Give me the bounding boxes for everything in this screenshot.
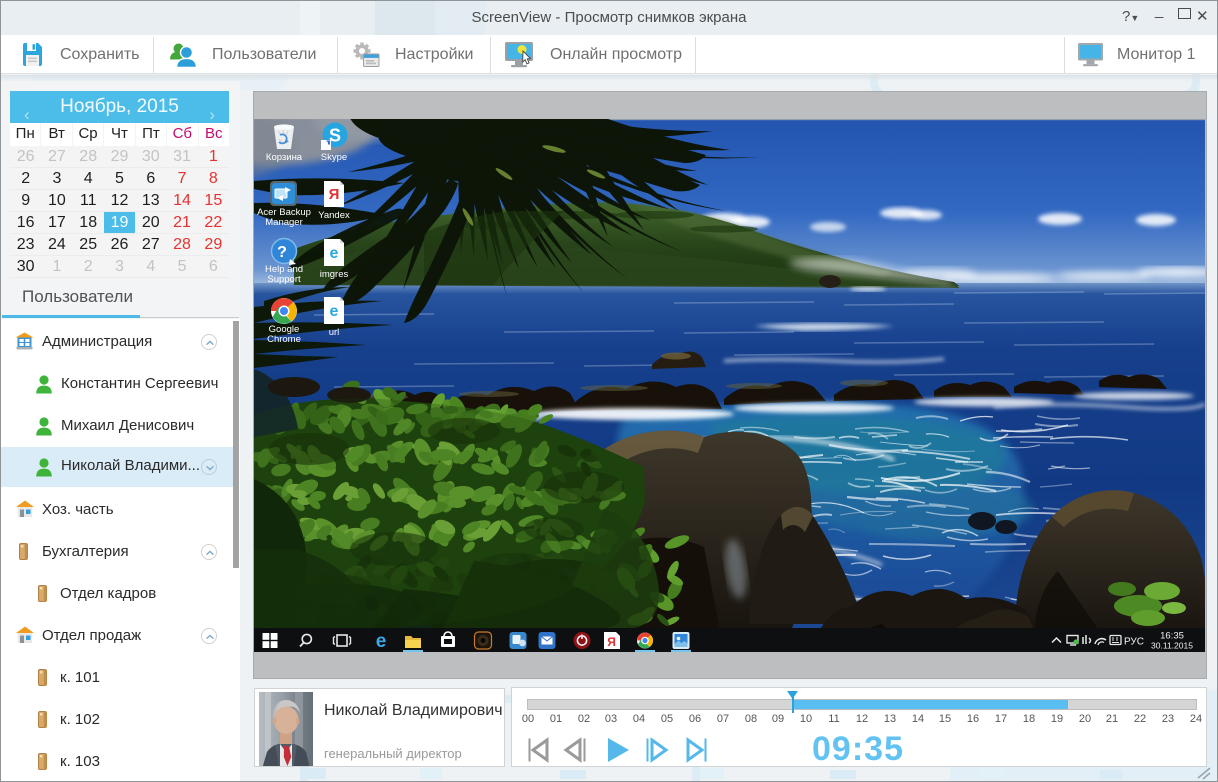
svg-text:imgres: imgres <box>320 269 349 280</box>
svg-text:РУС: РУС <box>1124 637 1144 648</box>
svg-text:?: ? <box>277 244 287 261</box>
svg-text:Я: Я <box>329 186 340 203</box>
svg-text:Skype: Skype <box>321 152 347 163</box>
svg-text:url: url <box>329 327 340 338</box>
svg-text:e: e <box>376 631 387 652</box>
svg-text:e: e <box>330 245 339 262</box>
svg-text:30.11.2015: 30.11.2015 <box>1151 641 1193 651</box>
svg-text:e: e <box>330 303 339 320</box>
svg-text:Support: Support <box>267 274 301 285</box>
svg-text:Chrome: Chrome <box>267 334 301 345</box>
svg-text:Корзина: Корзина <box>266 152 303 163</box>
svg-text:Manager: Manager <box>265 217 303 228</box>
svg-text:Я: Я <box>607 635 616 649</box>
svg-text:Yandex: Yandex <box>318 210 350 221</box>
